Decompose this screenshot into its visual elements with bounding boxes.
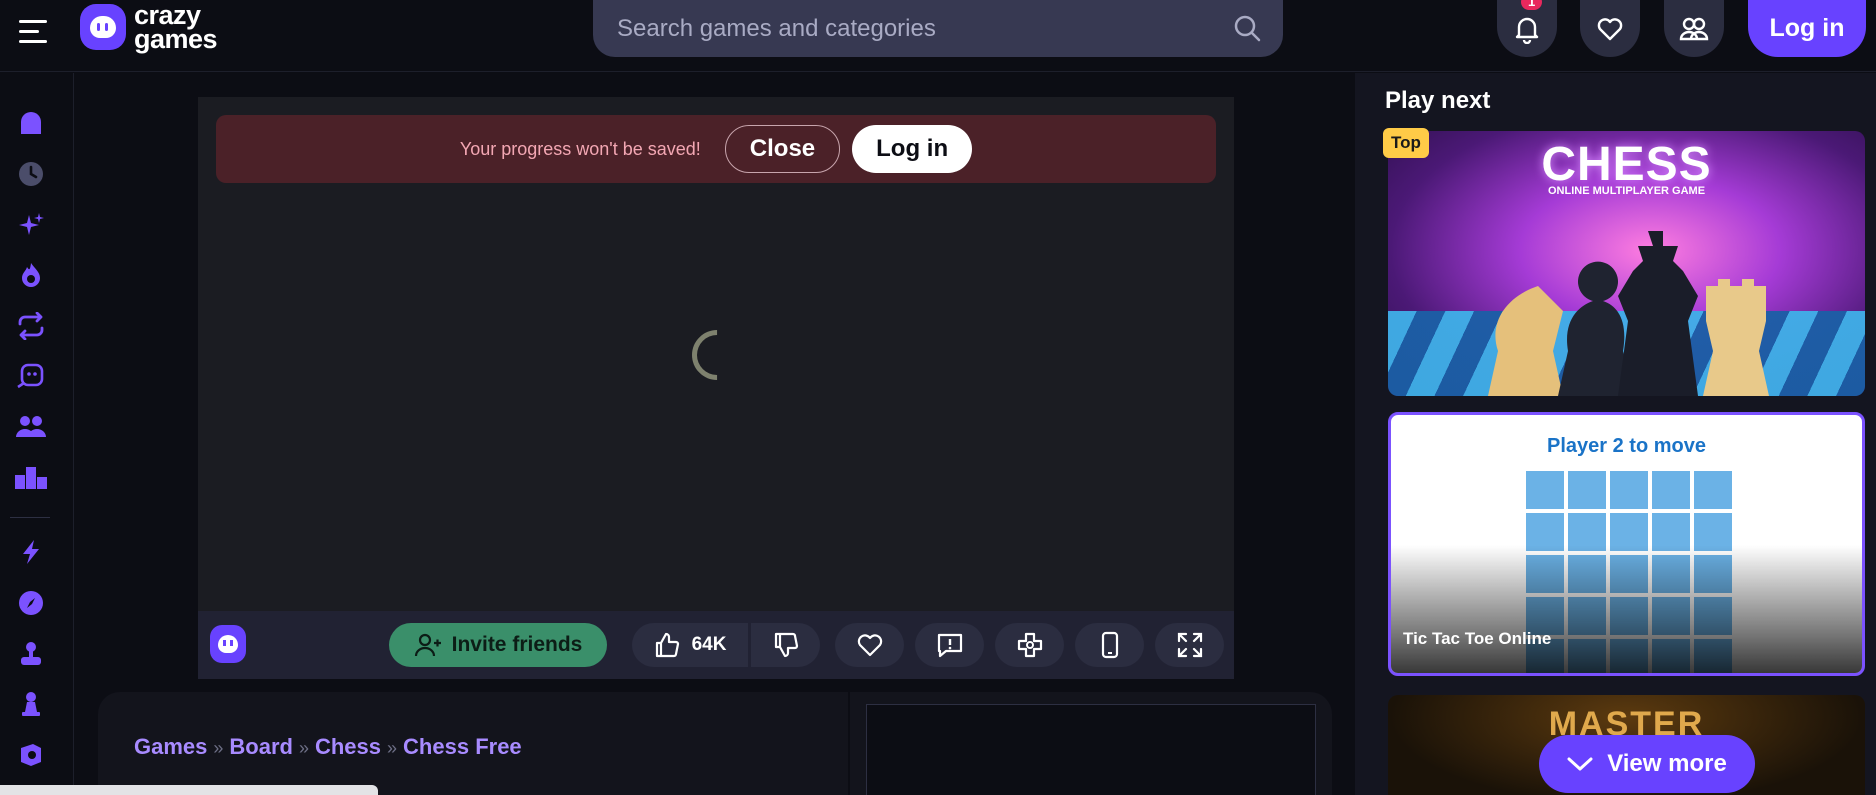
logo-text-line2: games	[134, 24, 218, 54]
search-icon[interactable]	[1233, 14, 1261, 47]
card-title: Tic Tac Toe Online	[1403, 629, 1552, 648]
top-bar: crazy games 1 Log in	[0, 0, 1876, 72]
view-more-button[interactable]: View more	[1539, 735, 1755, 793]
breadcrumb: Games» Board» Chess» Chess Free	[134, 734, 522, 760]
breadcrumb-games[interactable]: Games	[134, 734, 207, 759]
friends-button[interactable]	[1664, 0, 1724, 57]
sidebar	[0, 73, 74, 795]
home-icon[interactable]	[14, 107, 48, 141]
chess-art-subtitle: ONLINE MULTIPLAYER GAME	[1547, 185, 1706, 197]
like-button[interactable]: 64K	[632, 623, 748, 667]
recent-icon[interactable]	[14, 157, 48, 191]
notification-badge: 1	[1521, 0, 1543, 10]
bell-icon	[1515, 17, 1539, 44]
report-icon	[937, 633, 962, 658]
horizontal-scrollbar[interactable]	[0, 785, 378, 795]
breadcrumb-chess-free[interactable]: Chess Free	[403, 734, 522, 759]
heart-icon	[1597, 17, 1623, 40]
breadcrumb-separator: »	[213, 738, 224, 758]
breadcrumb-separator: »	[298, 738, 309, 758]
warning-text: Your progress won't be saved!	[459, 138, 701, 159]
report-button[interactable]	[915, 623, 984, 667]
gamepad-icon	[1017, 632, 1042, 658]
top-tag-badge: Top	[1383, 128, 1429, 158]
controls-button[interactable]	[995, 623, 1064, 667]
heart-icon	[857, 634, 882, 657]
multiplayer-icon[interactable]	[14, 409, 48, 443]
trending-icon[interactable]	[14, 258, 48, 292]
updated-icon[interactable]	[14, 309, 48, 343]
ttt-art-title: Player 2 to move	[1547, 435, 1706, 457]
panel-divider	[848, 692, 850, 795]
notifications-button[interactable]: 1	[1497, 0, 1557, 57]
search-bar[interactable]	[593, 0, 1283, 57]
ad-slot	[866, 704, 1316, 795]
view-more-label: View more	[1607, 750, 1727, 777]
leaderboard-icon[interactable]	[14, 460, 48, 494]
game-card-tic-tac-toe[interactable]: Player 2 to move Tic Tac Toe Online	[1388, 412, 1865, 676]
thumbs-up-icon	[655, 632, 679, 658]
login-button[interactable]: Log in	[1748, 0, 1866, 57]
phone-icon	[1101, 631, 1118, 659]
game-card-chess[interactable]: CHESS ONLINE MULTIPLAYER GAME	[1388, 131, 1865, 396]
invite-label: Invite friends	[451, 633, 583, 656]
mobile-button[interactable]	[1075, 623, 1144, 667]
banner-login-button[interactable]: Log in	[852, 125, 973, 173]
dislike-button[interactable]	[751, 623, 820, 667]
crazygames-logo-icon	[80, 4, 126, 50]
breadcrumb-separator: »	[387, 738, 398, 758]
play-next-title: Play next	[1385, 87, 1491, 114]
favorite-button[interactable]	[835, 623, 904, 667]
fullscreen-icon	[1177, 632, 1202, 658]
invite-friends-button[interactable]: Invite friends	[389, 623, 607, 667]
like-count: 64K	[691, 634, 727, 655]
close-button[interactable]: Close	[724, 125, 841, 173]
thumbs-down-icon	[774, 632, 798, 658]
progress-warning-banner: Your progress won't be saved! Close Log …	[216, 115, 1216, 183]
arcade-icon[interactable]	[14, 637, 48, 671]
casual-icon[interactable]	[14, 737, 48, 771]
game-frame[interactable]: Your progress won't be saved! Close Log …	[198, 97, 1234, 679]
crazygames-small-logo-icon[interactable]	[210, 625, 246, 663]
breadcrumb-board[interactable]: Board	[229, 734, 293, 759]
new-icon[interactable]	[14, 208, 48, 242]
add-friend-icon	[414, 633, 441, 657]
game-info-panel: Games» Board» Chess» Chess Free	[98, 692, 1332, 795]
chess-pieces-illustration	[1488, 231, 1769, 396]
fullscreen-button[interactable]	[1155, 623, 1224, 667]
card-gradient-overlay	[1391, 545, 1862, 673]
game-toolbar: Invite friends 64K	[198, 611, 1234, 679]
chevron-down-icon	[1567, 757, 1593, 771]
loading-spinner-icon	[681, 319, 753, 391]
board-icon[interactable]	[14, 687, 48, 721]
chess-art-title: CHESS	[1541, 138, 1712, 191]
action-icon[interactable]	[14, 535, 48, 569]
sidebar-divider	[10, 517, 50, 518]
originals-icon[interactable]	[14, 359, 48, 393]
logo[interactable]: crazy games	[80, 0, 218, 54]
search-input[interactable]	[617, 14, 1197, 43]
favorites-button[interactable]	[1580, 0, 1640, 57]
friends-icon	[1679, 17, 1709, 40]
adventure-icon[interactable]	[14, 586, 48, 620]
breadcrumb-chess[interactable]: Chess	[315, 734, 381, 759]
menu-icon[interactable]	[16, 12, 50, 46]
play-next-panel: Play next CHESS ONLINE MULTIPLAYER GAME …	[1355, 73, 1876, 795]
